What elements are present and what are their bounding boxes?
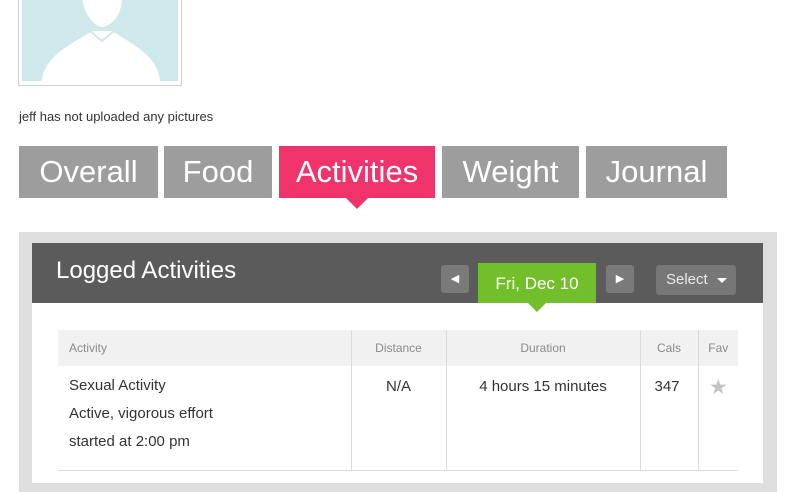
panel-header: Logged Activities ◀ Fri, Dec 10 ▶ Select [32, 243, 763, 303]
activities-table: Activity Distance Duration Cals Fav Sexu… [58, 330, 738, 471]
tab-journal[interactable]: Journal [586, 146, 727, 198]
previous-day-button[interactable]: ◀ [441, 265, 469, 293]
activity-detail: Active, vigorous effort [69, 405, 213, 422]
panel-title: Logged Activities [56, 257, 237, 284]
duration-cell: 4 hours 15 minutes [446, 366, 641, 471]
activity-start-time: started at 2:00 pm [69, 433, 190, 450]
tab-activities[interactable]: Activities [279, 146, 435, 198]
no-pictures-message: jeff has not uploaded any pictures [19, 109, 214, 124]
column-header-distance: Distance [351, 330, 447, 366]
select-dropdown[interactable]: Select [656, 265, 736, 295]
column-header-cals: Cals [640, 330, 699, 366]
activity-name[interactable]: Sexual Activity [69, 372, 351, 400]
tab-weight[interactable]: Weight [442, 146, 579, 198]
date-pointer [528, 303, 546, 312]
profile-avatar[interactable] [18, 0, 182, 86]
tab-overall[interactable]: Overall [19, 146, 158, 198]
distance-cell: N/A [351, 366, 447, 471]
cals-cell: 347 [640, 366, 699, 471]
date-button[interactable]: Fri, Dec 10 [478, 263, 596, 303]
triangle-left-icon: ◀ [450, 273, 460, 285]
star-icon[interactable]: ★ [709, 375, 728, 400]
fav-cell: ★ [698, 366, 738, 471]
active-tab-pointer [346, 198, 368, 209]
caret-down-icon [717, 278, 727, 283]
select-label: Select [666, 271, 708, 288]
logged-activities-panel: Logged Activities ◀ Fri, Dec 10 ▶ Select… [32, 243, 763, 483]
triangle-right-icon: ▶ [615, 273, 625, 285]
column-header-activity: Activity [58, 330, 352, 366]
column-header-fav: Fav [698, 330, 738, 366]
column-header-duration: Duration [446, 330, 641, 366]
activity-cell: Sexual Activity Active, vigorous effort … [58, 366, 352, 471]
next-day-button[interactable]: ▶ [606, 265, 634, 293]
tab-food[interactable]: Food [164, 146, 272, 198]
avatar-placeholder-image [22, 0, 178, 81]
table-row: Sexual Activity Active, vigorous effort … [58, 366, 738, 471]
